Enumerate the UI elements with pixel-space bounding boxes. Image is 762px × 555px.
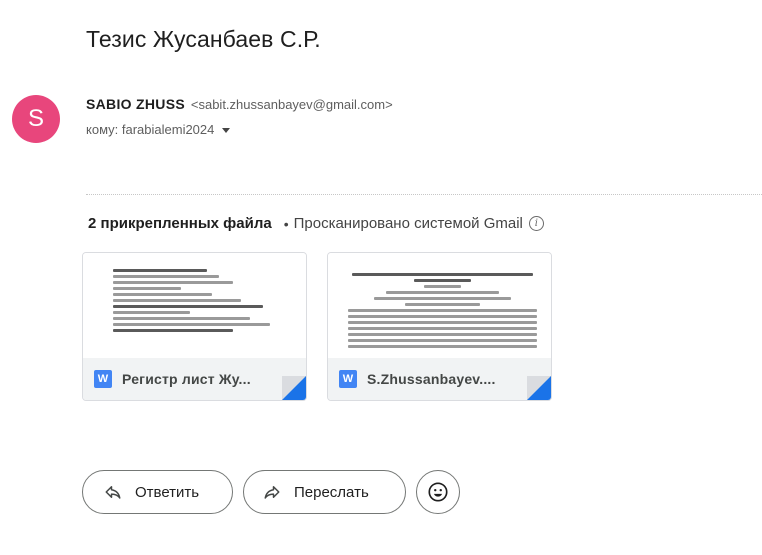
emoji-icon: [427, 481, 449, 503]
attachment-filename: Регистр лист Жу...: [122, 371, 251, 387]
sender-email: <sabit.zhussanbayev@gmail.com>: [190, 97, 393, 112]
page-corner-icon: [527, 376, 551, 400]
recipient-line[interactable]: кому: farabialemi2024: [86, 122, 231, 137]
scan-status: Просканировано системой Gmail: [293, 215, 523, 232]
attachments-count: 2 прикрепленных файла: [88, 215, 272, 232]
word-doc-icon: W: [94, 370, 112, 388]
forward-button[interactable]: Переслать: [243, 470, 406, 514]
reply-button[interactable]: Ответить: [82, 470, 233, 514]
chevron-down-icon[interactable]: [222, 128, 231, 133]
word-doc-icon: W: [339, 370, 357, 388]
recipient-label: кому: farabialemi2024: [86, 122, 215, 137]
attachment-preview: [83, 253, 306, 360]
forward-label: Переслать: [294, 483, 369, 501]
reply-icon: [103, 482, 123, 502]
attachment-filename: S.Zhussanbayev....: [367, 371, 496, 387]
attachment-card[interactable]: W Регистр лист Жу...: [82, 252, 307, 401]
info-icon[interactable]: i: [528, 216, 544, 231]
sender-avatar[interactable]: S: [12, 95, 60, 143]
attachment-footer: W S.Zhussanbayev....: [328, 358, 551, 400]
email-subject: Тезис Жусанбаев С.Р.: [86, 26, 321, 52]
attachments-header: 2 прикрепленных файла • Просканировано с…: [88, 215, 544, 232]
emoji-button[interactable]: [416, 470, 460, 514]
separator-dot: •: [283, 215, 289, 232]
attachment-card[interactable]: W S.Zhussanbayev....: [327, 252, 552, 401]
sender-line: SABIO ZHUSS <sabit.zhussanbayev@gmail.co…: [86, 96, 393, 112]
attachment-footer: W Регистр лист Жу...: [83, 358, 306, 400]
reply-label: Ответить: [135, 483, 200, 501]
attachments-divider: [86, 194, 762, 195]
attachment-preview: [328, 253, 551, 360]
page-corner-icon: [282, 376, 306, 400]
sender-name[interactable]: SABIO ZHUSS: [86, 96, 185, 112]
forward-icon: [262, 482, 282, 502]
